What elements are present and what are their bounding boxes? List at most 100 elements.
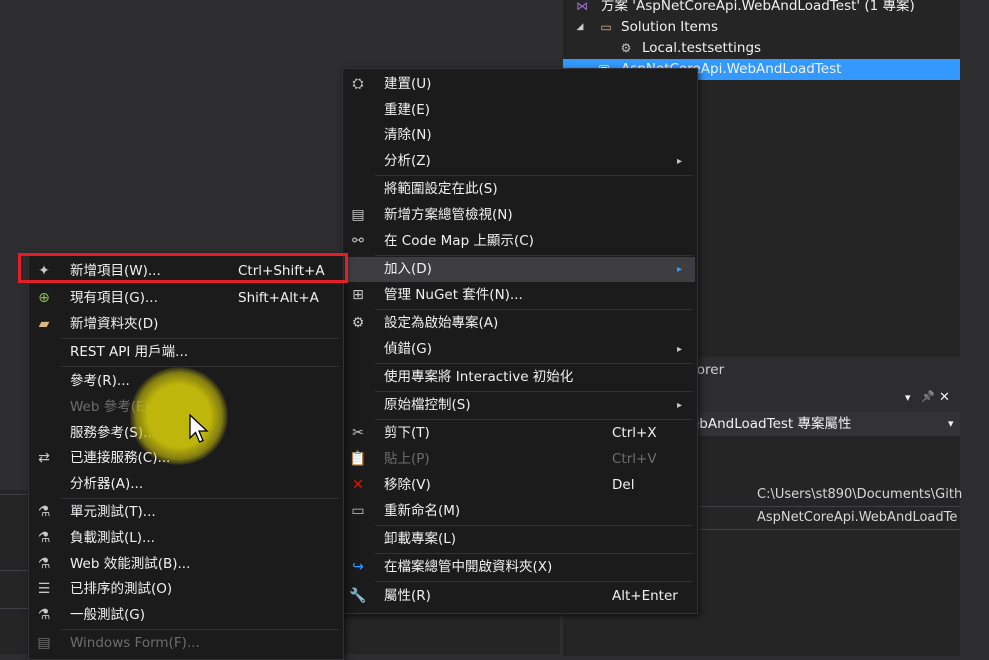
menu-item-unit-test[interactable]: ⚗ 單元測試(T)... [29, 500, 341, 525]
menu-separator [375, 391, 693, 392]
tree-item-local-testsettings[interactable]: ⚙ Local.testsettings [563, 38, 960, 59]
menu-item-label: 建置(U) [384, 76, 432, 92]
menu-item-shortcut: Alt+Enter [612, 588, 678, 604]
menu-item-rename[interactable]: ▭ 重新命名(M) [343, 499, 695, 524]
menu-item-label: 分析(Z) [384, 153, 431, 169]
menu-item-label: 移除(V) [384, 477, 431, 493]
tree-item-solution-items[interactable]: ◢ ▭ Solution Items [563, 17, 960, 38]
menu-item-label: 新增資料夾(D) [70, 316, 159, 332]
menu-item-label: 清除(N) [384, 127, 432, 143]
submenu-arrow-icon: ▸ [677, 344, 683, 355]
menu-item-rebuild[interactable]: 重建(E) [343, 98, 695, 123]
load-test-icon: ⚗ [37, 530, 51, 546]
menu-item-load-test[interactable]: ⚗ 負載測試(L)... [29, 526, 341, 551]
menu-item-open-in-explorer[interactable]: ↪ 在檔案總管中開啟資料夾(X) [343, 555, 695, 580]
menu-item-source-control[interactable]: 原始檔控制(S) ▸ [343, 393, 695, 418]
new-folder-icon: ▰ [38, 316, 50, 332]
tree-item-label: Local.testsettings [642, 40, 762, 56]
tree-item-label: 方案 'AspNetCoreApi.WebAndLoadTest' (1 專案) [601, 0, 915, 14]
menu-item-set-startup[interactable]: ⚙ 設定為啟始專案(A) [343, 311, 695, 336]
dropdown-icon[interactable]: ▾ [905, 391, 911, 404]
menu-separator [61, 629, 339, 630]
menu-item-label: 卸載專案(L) [384, 531, 457, 547]
open-folder-icon: ↪ [352, 559, 364, 575]
menu-item-label: 在 Code Map 上顯示(C) [384, 233, 534, 249]
existing-item-icon: ⊕ [38, 290, 50, 306]
menu-item-paste[interactable]: 📋 貼上(P) Ctrl+V [343, 447, 695, 472]
chevron-down-icon: ▾ [948, 417, 954, 430]
menu-separator [61, 498, 339, 499]
menu-item-shortcut: Ctrl+X [612, 425, 657, 441]
expand-icon[interactable]: ◢ [571, 17, 589, 38]
menu-item-initialize-interactive[interactable]: 使用專案將 Interactive 初始化 [343, 365, 695, 390]
menu-item-existing-item[interactable]: ⊕ 現有項目(G)... Shift+Alt+A [29, 286, 341, 311]
menu-item-shortcut: Shift+Alt+A [238, 290, 319, 306]
settings-file-icon: ⚙ [620, 41, 632, 55]
menu-item-analyzer[interactable]: 分析器(A)... [29, 472, 341, 497]
menu-separator [375, 309, 693, 310]
menu-separator [375, 419, 693, 420]
cut-icon: ✂ [352, 425, 364, 441]
menu-item-label: 單元測試(T)... [70, 504, 156, 520]
menu-item-generic-test[interactable]: ⚗ 一般測試(G) [29, 603, 341, 628]
pin-icon[interactable]: 📌 [921, 390, 935, 403]
ordered-test-icon: ☰ [37, 581, 51, 597]
tree-item-solution[interactable]: ⋈ 方案 'AspNetCoreApi.WebAndLoadTest' (1 專… [563, 0, 960, 17]
wrench-icon: 🔧 [349, 588, 367, 604]
menu-item-properties[interactable]: 🔧 屬性(R) Alt+Enter [343, 584, 695, 609]
menu-item-new-solution-view[interactable]: ▤ 新增方案總管檢視(N) [343, 203, 695, 228]
menu-item-label: 重建(E) [384, 102, 431, 118]
menu-item-clean[interactable]: 清除(N) [343, 123, 695, 148]
menu-item-label: 參考(R)... [70, 373, 130, 389]
menu-item-label: 剪下(T) [384, 425, 430, 441]
menu-item-label: 設定為啟始專案(A) [384, 315, 499, 331]
menu-item-label: 貼上(P) [384, 451, 430, 467]
menu-item-label: 屬性(R) [384, 588, 431, 604]
menu-item-analyze[interactable]: 分析(Z) ▸ [343, 149, 695, 174]
menu-item-label: 負載測試(L)... [70, 530, 155, 546]
menu-item-label: 在檔案總管中開啟資料夾(X) [384, 559, 553, 575]
menu-separator [375, 175, 693, 176]
highlight-box [18, 253, 348, 283]
menu-item-label: Web 效能測試(B)... [70, 556, 191, 572]
menu-item-web-performance-test[interactable]: ⚗ Web 效能測試(B)... [29, 552, 341, 577]
menu-item-unload-project[interactable]: 卸載專案(L) [343, 527, 695, 552]
submenu-arrow-icon: ▸ [677, 264, 683, 275]
gear-icon: ⚙ [351, 315, 365, 331]
menu-separator [375, 581, 693, 582]
nuget-icon: ⊞ [352, 287, 364, 303]
menu-item-windows-form[interactable]: ▤ Windows Form(F)... [29, 631, 341, 656]
cursor-highlight [130, 367, 228, 465]
menu-item-manage-nuget[interactable]: ⊞ 管理 NuGet 套件(N)... [343, 283, 695, 308]
menu-item-shortcut: Ctrl+V [612, 451, 657, 467]
menu-separator [61, 338, 339, 339]
menu-item-cut[interactable]: ✂ 剪下(T) Ctrl+X [343, 421, 695, 446]
menu-item-show-on-code-map[interactable]: ⚯ 在 Code Map 上顯示(C) [343, 229, 695, 254]
menu-item-build[interactable]: ⛭ 建置(U) [343, 72, 695, 97]
menu-item-label: 一般測試(G) [70, 607, 145, 623]
menu-separator [375, 255, 693, 256]
paste-icon: 📋 [349, 451, 367, 467]
right-edge [960, 0, 989, 654]
menu-item-debug[interactable]: 偵錯(G) ▸ [343, 337, 695, 362]
build-icon: ⛭ [352, 76, 364, 92]
menu-item-rest-api-client[interactable]: REST API 用戶端... [29, 340, 341, 365]
folder-icon: ▭ [600, 20, 612, 34]
menu-item-remove[interactable]: ✕ 移除(V) Del [343, 473, 695, 498]
properties-title: ebAndLoadTest 專案屬性 [691, 416, 852, 432]
mouse-pointer-icon [189, 414, 209, 443]
menu-item-label: Windows Form(F)... [70, 635, 200, 651]
project-context-menu: ⛭ 建置(U) 重建(E) 清除(N) 分析(Z) ▸ 將範圍設定在此(S) ▤… [342, 68, 698, 614]
menu-item-ordered-test[interactable]: ☰ 已排序的測試(O) [29, 577, 341, 602]
menu-item-label: 管理 NuGet 套件(N)... [384, 287, 523, 303]
rename-icon: ▭ [351, 503, 365, 519]
menu-item-new-folder[interactable]: ▰ 新增資料夾(D) [29, 312, 341, 337]
menu-item-label: 現有項目(G)... [70, 290, 158, 306]
menu-item-scope-to-this[interactable]: 將範圍設定在此(S) [343, 177, 695, 202]
generic-test-icon: ⚗ [37, 607, 51, 623]
unit-test-icon: ⚗ [37, 504, 51, 520]
menu-item-label: 使用專案將 Interactive 初始化 [384, 369, 574, 385]
web-test-icon: ⚗ [37, 556, 51, 572]
close-icon[interactable]: ✕ [939, 390, 950, 405]
menu-item-add[interactable]: 加入(D) ▸ [343, 257, 695, 282]
